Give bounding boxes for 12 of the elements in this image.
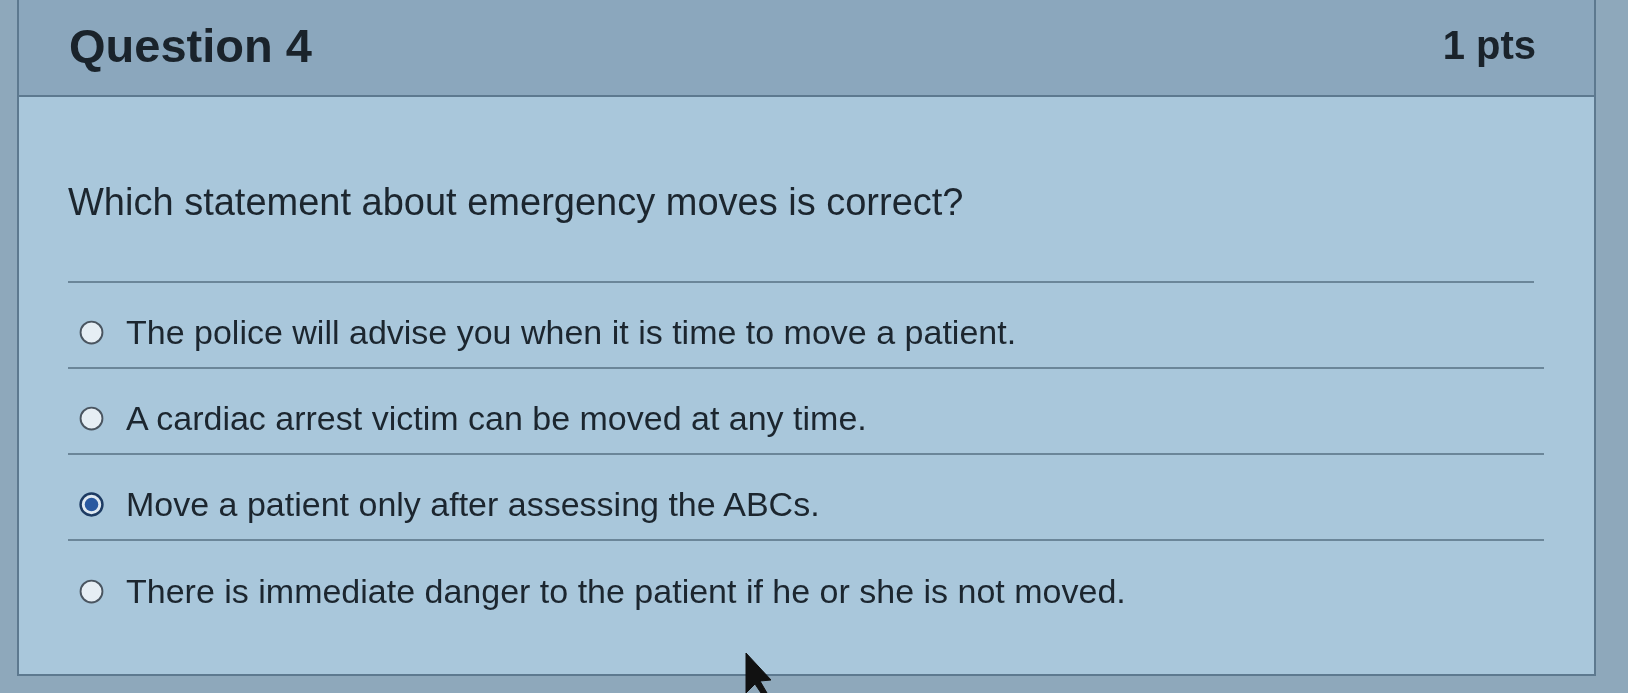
answer-option[interactable]: Move a patient only after assessing the ABCs. [68, 484, 820, 524]
question-text: Which statement about emergency moves is correct? [68, 180, 964, 225]
radio-button[interactable] [79, 405, 104, 431]
radio-button[interactable] [79, 578, 104, 604]
radio-button[interactable] [79, 319, 104, 345]
answer-option[interactable]: The police will advise you when it is time to move a patient. [68, 312, 1017, 352]
answer-option[interactable]: A cardiac arrest victim can be moved at any time. [68, 398, 867, 438]
question-title: Question 4 [69, 18, 312, 73]
radio-button[interactable] [79, 491, 104, 517]
mouse-pointer-icon [745, 652, 771, 693]
answer-option[interactable]: There is immediate danger to the patient if he or she is not moved. [68, 571, 1126, 611]
points-label: 1 pts [1442, 23, 1536, 68]
